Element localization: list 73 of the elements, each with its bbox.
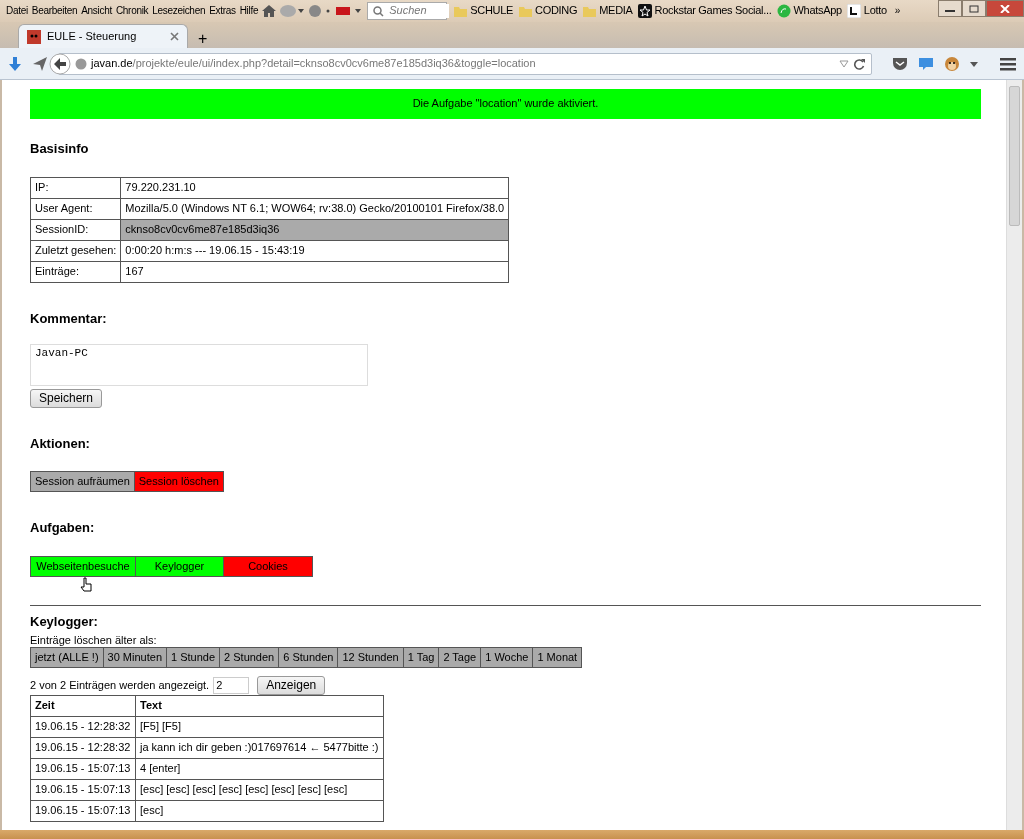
table-cell: 79.220.231.10 <box>120 177 509 199</box>
bookmark-label: MEDIA <box>599 4 633 18</box>
delete-button[interactable]: 6 Stunden <box>279 646 339 669</box>
delete-button[interactable]: 1 Woche <box>481 646 534 669</box>
action-button[interactable]: Session aufräumen <box>30 471 135 493</box>
save-button[interactable]: Speichern <box>30 389 103 408</box>
table-cell: 19.06.15 - 15:07:13 <box>30 779 136 800</box>
menu-item[interactable]: Extras <box>207 5 238 17</box>
comment-field[interactable]: Javan-PC <box>30 344 368 387</box>
menu-item[interactable]: Datei <box>4 5 30 17</box>
delete-button[interactable]: 12 Stunden <box>338 646 404 669</box>
column-header: Zeit <box>30 695 136 716</box>
table-cell: IP: <box>30 177 121 199</box>
delete-button[interactable]: 1 Tag <box>403 646 440 669</box>
table-cell: [esc] <box>135 800 383 821</box>
table-cell: Zuletzt gesehen: <box>30 240 121 262</box>
bookmark-label: WhatsApp <box>793 4 842 18</box>
task-toggle[interactable]: Webseitenbesuche <box>30 555 136 578</box>
table-cell: 0:00:20 h:m:s --- 19.06.15 - 15:43:19 <box>120 240 509 262</box>
table-cell: 19.06.15 - 12:28:32 <box>30 737 136 758</box>
bookmark-label: CODING <box>535 4 578 18</box>
browser-tab[interactable]: EULE - Steuerung <box>18 24 188 48</box>
bookmark-item[interactable]: Lotto <box>843 4 889 18</box>
bookmark-label: Lotto <box>863 4 887 18</box>
table-cell: [F5] [F5] <box>135 716 383 737</box>
show-button[interactable]: Anzeigen <box>257 676 326 695</box>
table-cell: 167 <box>120 261 509 283</box>
delete-button[interactable]: 1 Monat <box>533 646 583 669</box>
bookmark-item[interactable]: CODING <box>515 4 580 18</box>
table-cell: ja kann ich dir geben :)017697614 ← 5477bitte :) <box>135 737 383 758</box>
menu-item[interactable]: Chronik <box>113 5 151 17</box>
section-heading: Kommentar: <box>30 310 108 327</box>
delete-button[interactable]: 1 Stunde <box>167 646 221 669</box>
delete-label: Einträge löschen älter als: <box>30 633 158 647</box>
bookmark-item[interactable]: MEDIA <box>579 4 635 18</box>
delete-button[interactable]: 2 Tage <box>439 646 482 669</box>
bookmark-item[interactable]: WhatsApp <box>773 4 844 18</box>
table-cell: 19.06.15 - 15:07:13 <box>30 800 136 821</box>
action-button[interactable]: Session löschen <box>134 471 224 493</box>
menu-item[interactable]: Hilfe <box>237 5 261 17</box>
delete-button[interactable]: jetzt (ALLE !) <box>30 646 104 669</box>
menu-item[interactable]: Bearbeiten <box>29 5 80 17</box>
section-heading: Basisinfo <box>30 141 90 157</box>
task-toggle[interactable]: Cookies <box>224 555 313 578</box>
table-cell: SessionID: <box>30 219 121 241</box>
table-cell: cknso8cv0cv6me87e185d3iq36 <box>120 219 509 241</box>
section-heading: Keylogger: <box>30 614 99 630</box>
table-cell: 19.06.15 - 12:28:32 <box>30 716 136 737</box>
count-field[interactable]: 2 <box>213 676 250 694</box>
menu-item[interactable]: Lesezeichen <box>150 5 208 17</box>
bookmark-item[interactable]: Rockstar Games Social... <box>634 4 774 18</box>
column-header: Text <box>135 695 383 716</box>
new-tab-button[interactable]: + <box>196 28 210 48</box>
section-heading: Aktionen: <box>30 435 91 452</box>
table-cell: Einträge: <box>30 261 121 283</box>
bookmark-item[interactable]: SCHULE <box>450 4 516 18</box>
delete-button[interactable]: 30 Minuten <box>103 646 167 669</box>
table-cell: 4 [enter] <box>135 758 383 779</box>
task-toggle[interactable]: Keylogger <box>136 555 224 578</box>
entry-count: 2 von 2 Einträgen werden angezeigt. <box>30 678 210 692</box>
notice-banner: Die Aufgabe "location" wurde aktiviert. <box>30 89 981 119</box>
table-cell: Mozilla/5.0 (Windows NT 6.1; WOW64; rv:38.0) Gecko/20100101 Firefox/38.0 <box>120 198 509 220</box>
bookmark-label: SCHULE <box>470 4 514 18</box>
overflow-chevron[interactable]: » <box>892 5 903 17</box>
delete-button[interactable]: 2 Stunden <box>220 646 280 669</box>
bookmark-label: Rockstar Games Social... <box>654 4 772 18</box>
table-cell: User Agent: <box>30 198 121 220</box>
search-field[interactable]: Suchen <box>367 2 448 20</box>
table-cell: 19.06.15 - 15:07:13 <box>30 758 136 779</box>
table-cell: [esc] [esc] [esc] [esc] [esc] [esc] [esc] [esc] <box>135 779 383 800</box>
tab-title: EULE - Steuerung <box>47 29 138 44</box>
section-heading: Aufgaben: <box>30 520 96 536</box>
menu-item[interactable]: Ansicht <box>79 5 114 17</box>
